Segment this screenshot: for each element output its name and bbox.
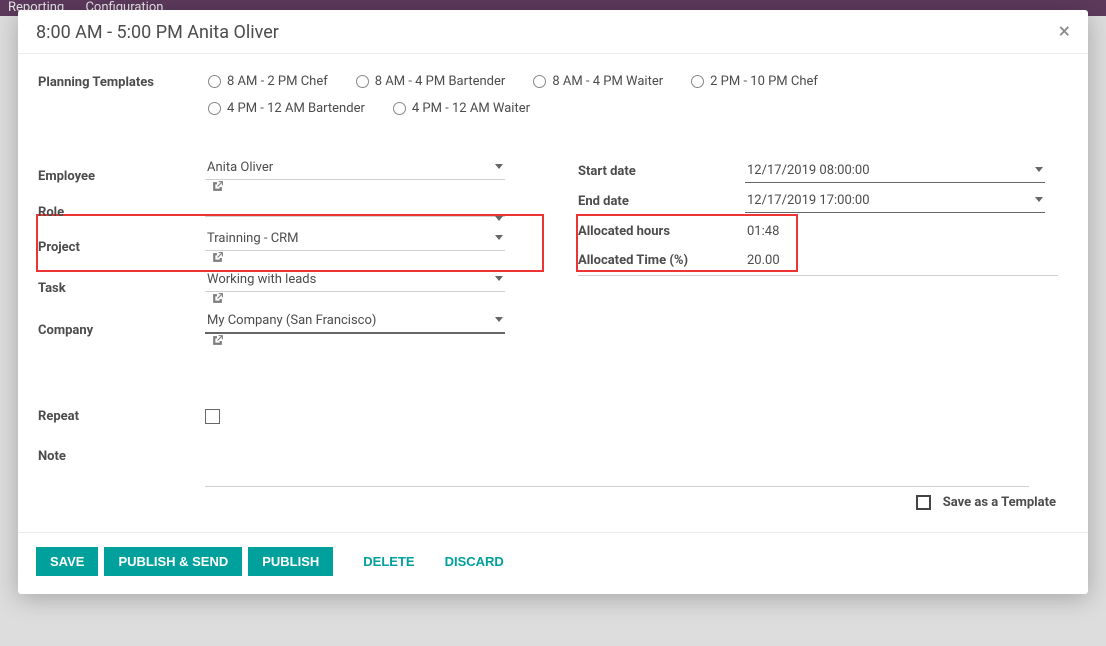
modal-footer: SAVE PUBLISH & SEND PUBLISH DELETE DISCA…: [18, 532, 1088, 594]
modal-dialog: 8:00 AM - 5:00 PM Anita Oliver × Plannin…: [18, 10, 1088, 594]
chevron-down-icon: [495, 164, 503, 169]
task-value: Working with leads: [207, 272, 316, 287]
form-left-column: Employee Anita Oliver Role: [38, 156, 538, 351]
project-row: Project Trainning - CRM: [38, 227, 538, 268]
start-date-input[interactable]: 12/17/2019 08:00:00: [745, 159, 1045, 183]
start-date-label: Start date: [578, 164, 745, 179]
form-right-column: Start date 12/17/2019 08:00:00 End date …: [578, 156, 1058, 351]
template-option[interactable]: 4 PM - 12 AM Waiter: [393, 101, 530, 116]
template-option-label: 8 AM - 4 PM Waiter: [552, 74, 663, 89]
template-option[interactable]: 8 AM - 2 PM Chef: [208, 74, 328, 89]
start-date-row: Start date 12/17/2019 08:00:00: [578, 156, 1058, 186]
planning-templates-options: 8 AM - 2 PM Chef 8 AM - 4 PM Bartender 8…: [208, 74, 1068, 128]
template-option-label: 8 AM - 4 PM Bartender: [375, 74, 506, 89]
chevron-down-icon: [495, 235, 503, 240]
task-label: Task: [38, 281, 205, 296]
publish-button[interactable]: PUBLISH: [248, 547, 333, 576]
end-date-input[interactable]: 12/17/2019 17:00:00: [745, 189, 1045, 213]
company-label: Company: [38, 323, 205, 338]
external-link-icon[interactable]: [211, 292, 224, 309]
external-link-icon[interactable]: [211, 180, 224, 197]
allocated-hours-row: Allocated hours 01:48: [578, 216, 1058, 246]
discard-button[interactable]: DISCARD: [433, 547, 516, 576]
external-link-icon[interactable]: [211, 334, 224, 351]
radio-icon: [208, 75, 221, 88]
save-as-template-checkbox[interactable]: [916, 495, 931, 510]
planning-templates-row: Planning Templates 8 AM - 2 PM Chef 8 AM…: [38, 74, 1068, 128]
radio-icon: [393, 102, 406, 115]
project-select[interactable]: Trainning - CRM: [205, 227, 505, 251]
save-as-template-row: Save as a Template: [38, 487, 1068, 522]
delete-button[interactable]: DELETE: [351, 547, 426, 576]
chevron-down-icon: [495, 216, 503, 221]
chevron-down-icon: [495, 276, 503, 281]
template-option-label: 4 PM - 12 AM Bartender: [227, 101, 365, 116]
end-date-row: End date 12/17/2019 17:00:00: [578, 186, 1058, 216]
modal-body: Planning Templates 8 AM - 2 PM Chef 8 AM…: [18, 54, 1088, 532]
template-option[interactable]: 8 AM - 4 PM Bartender: [356, 74, 506, 89]
template-option-label: 8 AM - 2 PM Chef: [227, 74, 328, 89]
template-option-label: 2 PM - 10 PM Chef: [710, 74, 818, 89]
project-value: Trainning - CRM: [207, 231, 299, 246]
form-columns: Employee Anita Oliver Role: [38, 156, 1068, 351]
chevron-down-icon: [495, 317, 503, 322]
note-label: Note: [38, 449, 205, 464]
task-row: Task Working with leads: [38, 268, 538, 309]
company-select[interactable]: My Company (San Francisco): [205, 309, 505, 334]
allocated-time-row: Allocated Time (%) 20.00: [578, 246, 1058, 276]
company-value: My Company (San Francisco): [207, 313, 376, 328]
close-icon[interactable]: ×: [1059, 22, 1070, 43]
save-button[interactable]: SAVE: [36, 547, 98, 576]
role-select[interactable]: [205, 208, 505, 217]
chevron-down-icon: [1035, 167, 1043, 172]
template-option[interactable]: 2 PM - 10 PM Chef: [691, 74, 818, 89]
publish-send-button[interactable]: PUBLISH & SEND: [104, 547, 242, 576]
start-date-value: 12/17/2019 08:00:00: [747, 163, 870, 178]
end-date-label: End date: [578, 194, 745, 209]
task-select[interactable]: Working with leads: [205, 268, 505, 292]
chevron-down-icon: [1035, 197, 1043, 202]
template-option[interactable]: 4 PM - 12 AM Bartender: [208, 101, 365, 116]
external-link-icon[interactable]: [211, 251, 224, 268]
employee-value: Anita Oliver: [207, 160, 273, 175]
repeat-label: Repeat: [38, 409, 205, 424]
template-option-label: 4 PM - 12 AM Waiter: [412, 101, 530, 116]
employee-label: Employee: [38, 169, 205, 184]
role-row: Role: [38, 197, 538, 227]
employee-row: Employee Anita Oliver: [38, 156, 538, 197]
template-option[interactable]: 8 AM - 4 PM Waiter: [533, 74, 663, 89]
radio-icon: [533, 75, 546, 88]
planning-templates-label: Planning Templates: [38, 74, 208, 128]
allocated-hours-label: Allocated hours: [578, 224, 745, 239]
note-row: Note: [38, 449, 1068, 487]
note-input[interactable]: [205, 453, 1029, 487]
company-row: Company My Company (San Francisco): [38, 309, 538, 351]
repeat-checkbox[interactable]: [205, 409, 220, 424]
radio-icon: [691, 75, 704, 88]
repeat-row: Repeat: [38, 401, 1068, 431]
modal-title: 8:00 AM - 5:00 PM Anita Oliver: [36, 22, 279, 43]
modal-header: 8:00 AM - 5:00 PM Anita Oliver ×: [18, 10, 1088, 54]
radio-icon: [208, 102, 221, 115]
allocated-time-value: 20.00: [745, 249, 782, 272]
employee-select[interactable]: Anita Oliver: [205, 156, 505, 180]
allocated-time-label: Allocated Time (%): [578, 253, 745, 268]
save-as-template-label: Save as a Template: [943, 495, 1056, 510]
role-label: Role: [38, 205, 205, 220]
radio-icon: [356, 75, 369, 88]
project-label: Project: [38, 240, 205, 255]
allocated-hours-value: 01:48: [745, 220, 781, 243]
end-date-value: 12/17/2019 17:00:00: [747, 193, 870, 208]
